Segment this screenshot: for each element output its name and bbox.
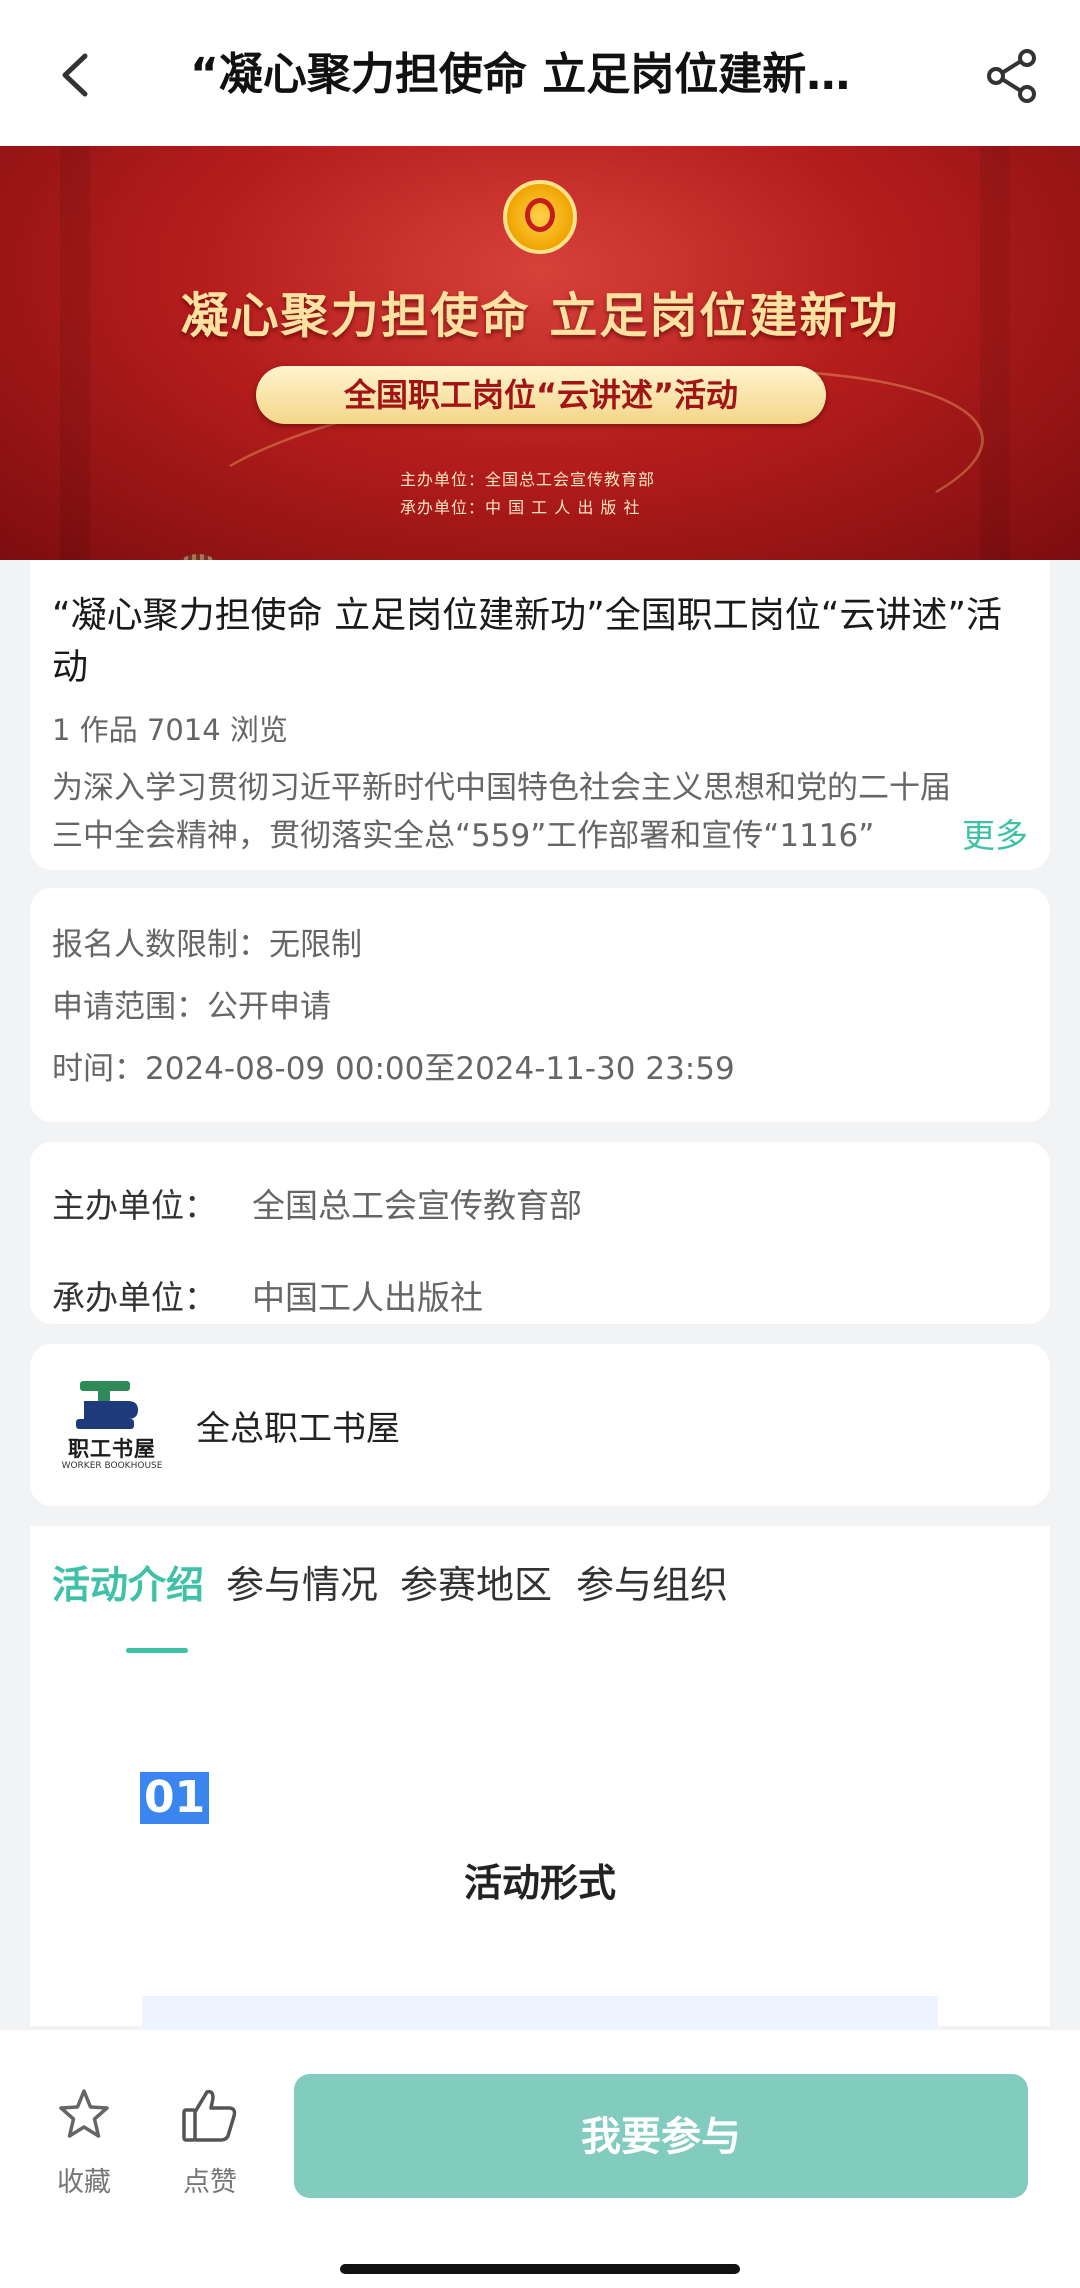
top-bar: “凝心聚力担使命 立足岗位建新功”全国职工岗位“云讲述”活动 [0,0,1080,146]
activity-stats: 1 作品 7014 浏览 [52,713,288,747]
banner-title: 凝心聚力担使命 立足岗位建新功 [180,288,900,344]
host-value: 全国总工会宣传教育部 [252,1186,582,1225]
thumbs-up-icon [182,2089,237,2142]
like-label: 点赞 [183,2167,237,2198]
banner-organizer: 主办单位：全国总工会宣传教育部 [400,470,656,489]
section-title: 活动形式 [463,1861,616,1905]
share-button[interactable] [972,36,1052,116]
signup-limit: 报名人数限制：无限制 [52,927,362,963]
page-title: “凝心聚力担使命 立足岗位建新功”全国职工岗位“云讲述”活动 [190,49,890,100]
tab-organizations[interactable]: 参与组织 [576,1554,728,1609]
home-indicator [340,2264,740,2274]
join-button[interactable]: 我要参与 [294,2074,1028,2198]
banner-undertaker: 承办单位：中 国 工 人 出 版 社 [400,498,641,517]
chevron-left-icon [62,53,88,97]
active-tab-indicator [126,1648,188,1653]
publisher-name: 全总职工书屋 [196,1408,400,1449]
worker-bookhouse-logo-icon [76,1381,138,1429]
activity-title: “凝心聚力担使命 立足岗位建新功”全国职工岗位“云讲述”活动 [52,595,1003,688]
description-block: 为深入学习贯彻习近平新时代中国特色社会主义思想和党的二十届三中全会精神，贯彻落实… [52,764,1028,860]
detail-section: 活动介绍 参与情况 参赛地区 参与组织 01 活动形式 [30,1526,1050,2036]
banner-subtitle: 全国职工岗位“云讲述”活动 [256,366,826,424]
back-button[interactable] [40,40,110,110]
host-label: 主办单位： [52,1186,217,1225]
star-icon [59,2089,109,2138]
favorite-label: 收藏 [57,2167,111,2198]
activity-time: 时间：2024-08-09 00:00至2024-11-30 23:59 [52,1051,735,1087]
logo-text-en: WORKER BOOKHOUSE [61,1461,163,1471]
tab-regions[interactable]: 参赛地区 [400,1554,552,1609]
favorite-button[interactable]: 收藏 [44,2080,124,2210]
bottom-action-bar: 收藏 点赞 我要参与 [0,2030,1080,2288]
curtain-decoration [980,146,1010,560]
organizers-card: 主办单位： 全国总工会宣传教育部 承办单位： 中国工人出版社 [30,1142,1050,1324]
undertaker-label: 承办单位： [52,1278,217,1317]
activity-description: 为深入学习贯彻习近平新时代中国特色社会主义思想和党的二十届三中全会精神，贯彻落实… [52,770,951,854]
publisher-logo: 职工书屋 WORKER BOOKHOUSE [58,1371,166,1479]
logo-text-cn: 职工书屋 [68,1437,156,1461]
activity-rules-card: 报名人数限制：无限制 申请范围：公开申请 时间：2024-08-09 00:00… [30,888,1050,1122]
like-button[interactable]: 点赞 [170,2080,250,2210]
tab-participation[interactable]: 参与情况 [226,1554,378,1609]
tab-activity-intro[interactable]: 活动介绍 [52,1554,204,1609]
tab-bar: 活动介绍 参与情况 参赛地区 参与组织 [30,1526,1050,1666]
union-emblem-icon [503,180,577,254]
host-row: 主办单位： 全国总工会宣传教育部 [52,1160,1028,1252]
application-scope: 申请范围：公开申请 [52,989,331,1025]
undertaker-row: 承办单位： 中国工人出版社 [52,1252,1028,1344]
section-number: 01 [140,1772,210,1824]
more-link[interactable]: 更多 [902,812,1028,860]
undertaker-value: 中国工人出版社 [252,1278,483,1317]
share-icon [987,49,1036,103]
activity-summary-card: “凝心聚力担使命 立足岗位建新功”全国职工岗位“云讲述”活动 1 作品 7014… [30,560,1050,870]
curtain-decoration [60,146,90,560]
publisher-card[interactable]: 职工书屋 WORKER BOOKHOUSE 全总职工书屋 [30,1344,1050,1506]
